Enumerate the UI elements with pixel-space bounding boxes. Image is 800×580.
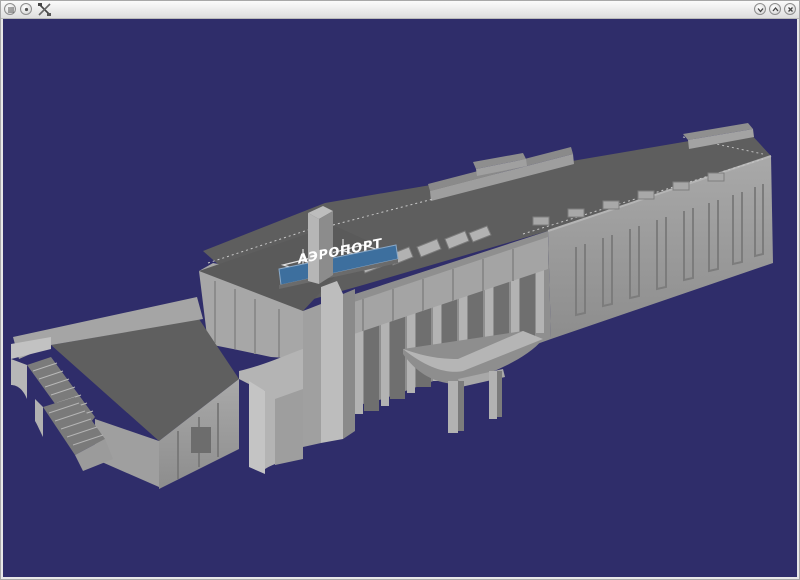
- viewer-window: АЭРОПОРТ: [0, 0, 800, 580]
- airport-model: [11, 123, 773, 489]
- pin-button[interactable]: [20, 3, 32, 15]
- close-icon: [788, 7, 793, 12]
- menu-icon: [8, 7, 14, 13]
- title-bar[interactable]: [1, 1, 799, 19]
- 3d-viewport[interactable]: АЭРОПОРТ: [3, 19, 797, 577]
- left-annex: [11, 297, 239, 489]
- dot-icon: [24, 7, 29, 12]
- minimize-button[interactable]: [754, 3, 766, 15]
- chevron-down-icon: [757, 8, 764, 13]
- tools-icon: [38, 3, 51, 16]
- chevron-up-icon: [772, 6, 779, 12]
- window-title: [61, 2, 729, 17]
- close-button[interactable]: [784, 3, 796, 15]
- window-menu-button[interactable]: [4, 3, 16, 15]
- maximize-button[interactable]: [769, 3, 781, 15]
